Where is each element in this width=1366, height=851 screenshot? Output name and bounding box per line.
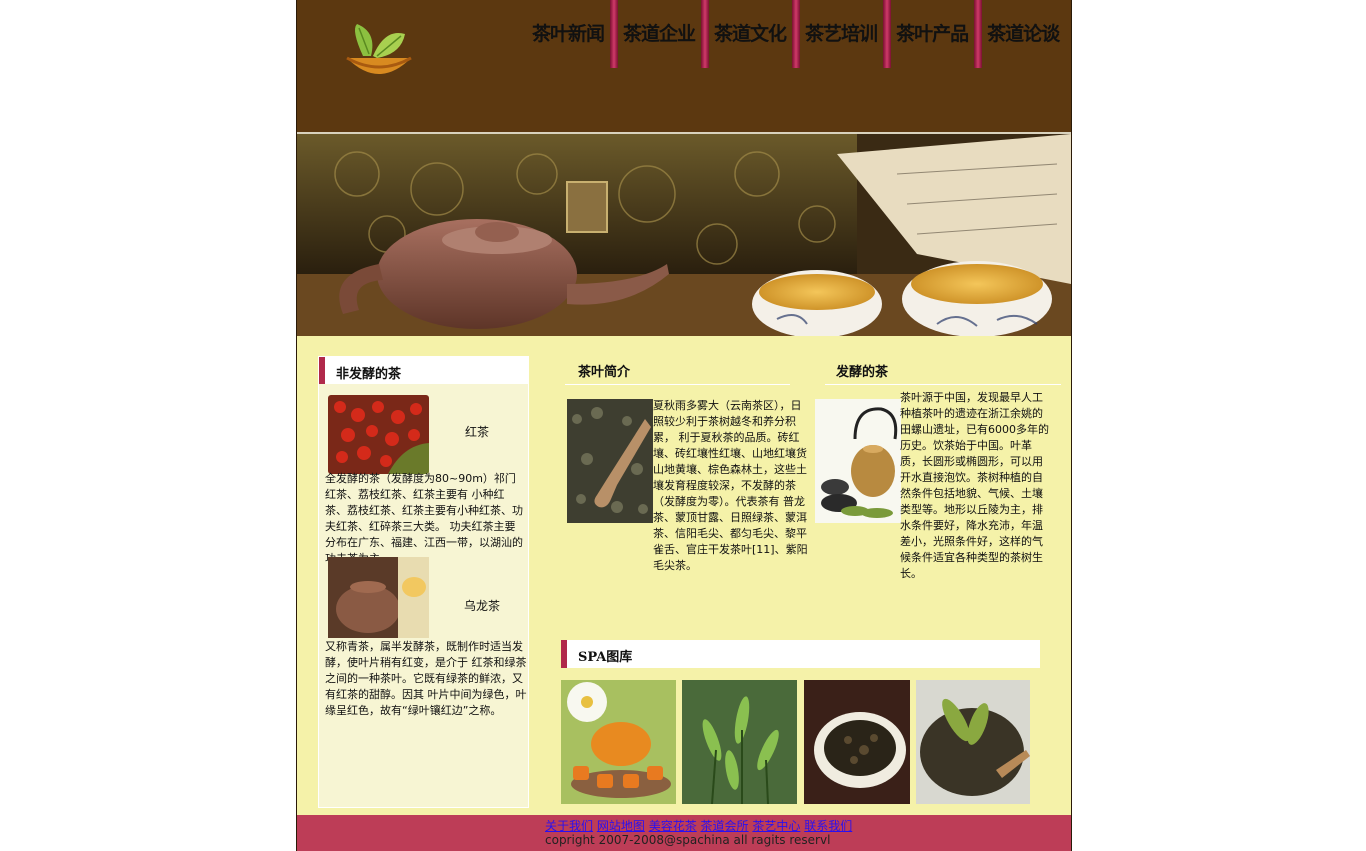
fermented-underline (825, 384, 1061, 385)
tea-kettle-image[interactable] (815, 399, 901, 523)
oolong-description: 又称青茶，属半发酵茶，既制作时适当发酵，使叶片稍有红变，是介于 红茶和绿茶之间的… (325, 640, 527, 717)
footer: 关于我们 网站地图 美容花茶 茶道会所 茶艺中心 联系我们 copright 2… (297, 815, 1071, 851)
tea-plant-image[interactable] (682, 680, 797, 804)
intro-underline (565, 384, 790, 385)
header: 茶叶新闻 茶道企业 茶道文化 茶艺培训 茶叶产品 茶道论谈 (297, 0, 1071, 134)
tea-bowl-logo[interactable] (343, 20, 415, 86)
fermented-title[interactable]: 发酵的茶 (836, 361, 888, 380)
nav-item-forum[interactable]: 茶道论谈 (982, 0, 1065, 70)
footer-link-about[interactable]: 关于我们 (545, 819, 593, 833)
oolong-label[interactable]: 乌龙茶 (464, 598, 500, 614)
nav-separator (701, 0, 710, 68)
footer-link-sitemap[interactable]: 网站地图 (597, 819, 645, 833)
red-tea-label[interactable]: 红茶 (465, 424, 489, 440)
footer-link-contact[interactable]: 联系我们 (804, 819, 852, 833)
nav-item-products[interactable]: 茶叶产品 (891, 0, 974, 70)
gallery-title: SPA图库 (561, 640, 1040, 668)
footer-link-tea-art[interactable]: 茶艺中心 (752, 819, 800, 833)
dry-tea-scoop-image[interactable] (567, 399, 653, 523)
footer-link-tea-club[interactable]: 茶道会所 (701, 819, 749, 833)
nav-separator (883, 0, 892, 68)
footer-link-beauty-tea[interactable]: 美容花茶 (649, 819, 697, 833)
nav-item-enterprise[interactable]: 茶道企业 (618, 0, 701, 70)
intro-title[interactable]: 茶叶简介 (578, 361, 630, 380)
red-tea-description: 全发酵的茶（发酵度为80~90m）祁门红茶、荔枝红茶、红茶主要有 小种红茶、荔枝… (325, 472, 523, 565)
nav-item-culture[interactable]: 茶道文化 (709, 0, 792, 70)
intro-text: 夏秋雨多雾大（云南茶区），日照较少利于茶树越冬和养分积累， 利于夏秋茶的品质。砖… (653, 399, 808, 572)
nav-separator (610, 0, 619, 68)
sidebar-title: 非发酵的茶 (319, 357, 528, 384)
tea-leaves-spoon-image[interactable] (916, 680, 1030, 804)
tea-bowl-image[interactable] (804, 680, 910, 804)
banner-teapot-image (297, 134, 1071, 336)
nav-item-news[interactable]: 茶叶新闻 (527, 0, 610, 70)
main-nav: 茶叶新闻 茶道企业 茶道文化 茶艺培训 茶叶产品 茶道论谈 (527, 0, 1065, 70)
red-tea-image[interactable] (328, 395, 429, 474)
spa-gallery: SPA图库 (561, 640, 1040, 804)
page: 茶叶新闻 茶道企业 茶道文化 茶艺培训 茶叶产品 茶道论谈 非发酵的茶 红茶 全… (296, 0, 1072, 851)
nav-separator (792, 0, 801, 68)
nav-separator (974, 0, 983, 68)
oolong-teapot-image[interactable] (328, 557, 429, 638)
fermented-text: 茶叶源于中国，发现最早人工种植茶叶的遗迹在浙江余姚的田螺山遗址，已有6000多年… (900, 391, 1049, 580)
nav-item-training[interactable]: 茶艺培训 (800, 0, 883, 70)
sidebar-non-fermented: 非发酵的茶 红茶 全发酵的茶（发酵度为80~90m）祁门红茶、荔枝红茶、红茶主要… (318, 356, 529, 808)
footer-links: 关于我们 网站地图 美容花茶 茶道会所 茶艺中心 联系我们 (545, 817, 852, 834)
copyright-text: copright 2007-2008@spachina all ragits r… (545, 833, 831, 847)
tea-set-flower-image[interactable] (561, 680, 676, 804)
